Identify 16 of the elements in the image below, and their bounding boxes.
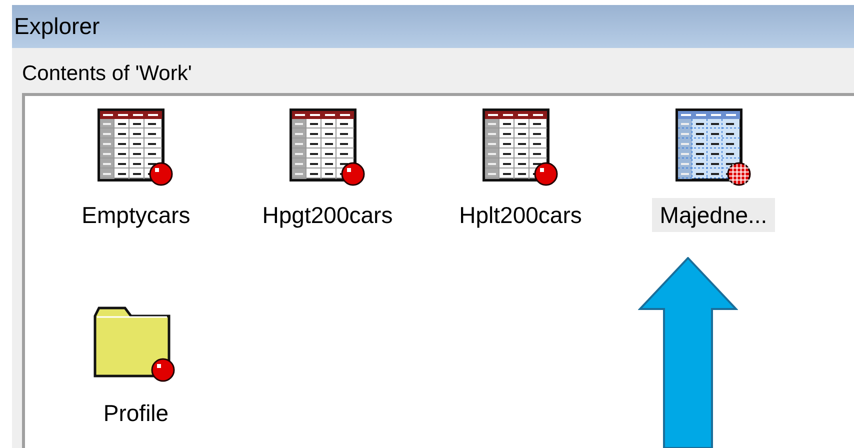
panel-title: Contents of 'Work' (22, 61, 193, 87)
file-item[interactable]: Majedne... (617, 102, 810, 300)
table-icon (674, 108, 752, 188)
item-label: Hpgt200cars (261, 201, 394, 230)
file-item[interactable]: Hplt200cars (424, 102, 617, 300)
window-title: Explorer (14, 12, 100, 42)
item-label: Hplt200cars (458, 201, 583, 230)
table-icon (288, 108, 366, 188)
table-icon (482, 108, 560, 188)
item-label: Profile (102, 399, 170, 428)
item-label: Majedne... (652, 198, 776, 232)
file-item[interactable]: Hpgt200cars (231, 102, 424, 300)
item-label: Emptycars (80, 201, 192, 230)
file-item[interactable]: Profile (41, 300, 231, 448)
table-icon (97, 108, 175, 188)
file-item[interactable]: Emptycars (41, 102, 231, 300)
